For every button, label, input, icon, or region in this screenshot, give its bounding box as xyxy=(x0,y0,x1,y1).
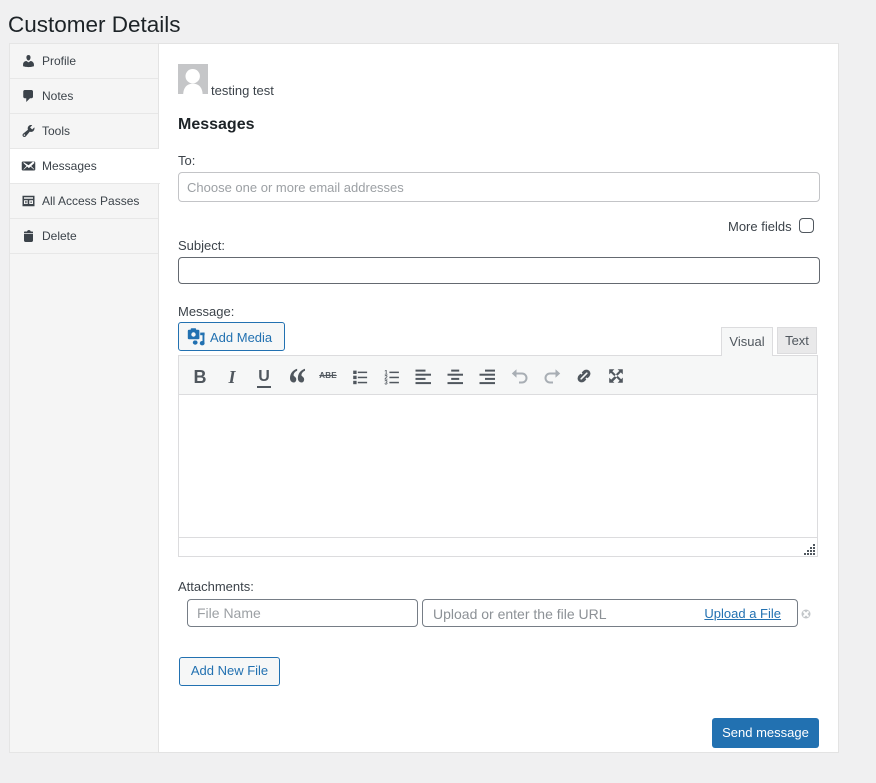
svg-text:3: 3 xyxy=(384,381,388,386)
